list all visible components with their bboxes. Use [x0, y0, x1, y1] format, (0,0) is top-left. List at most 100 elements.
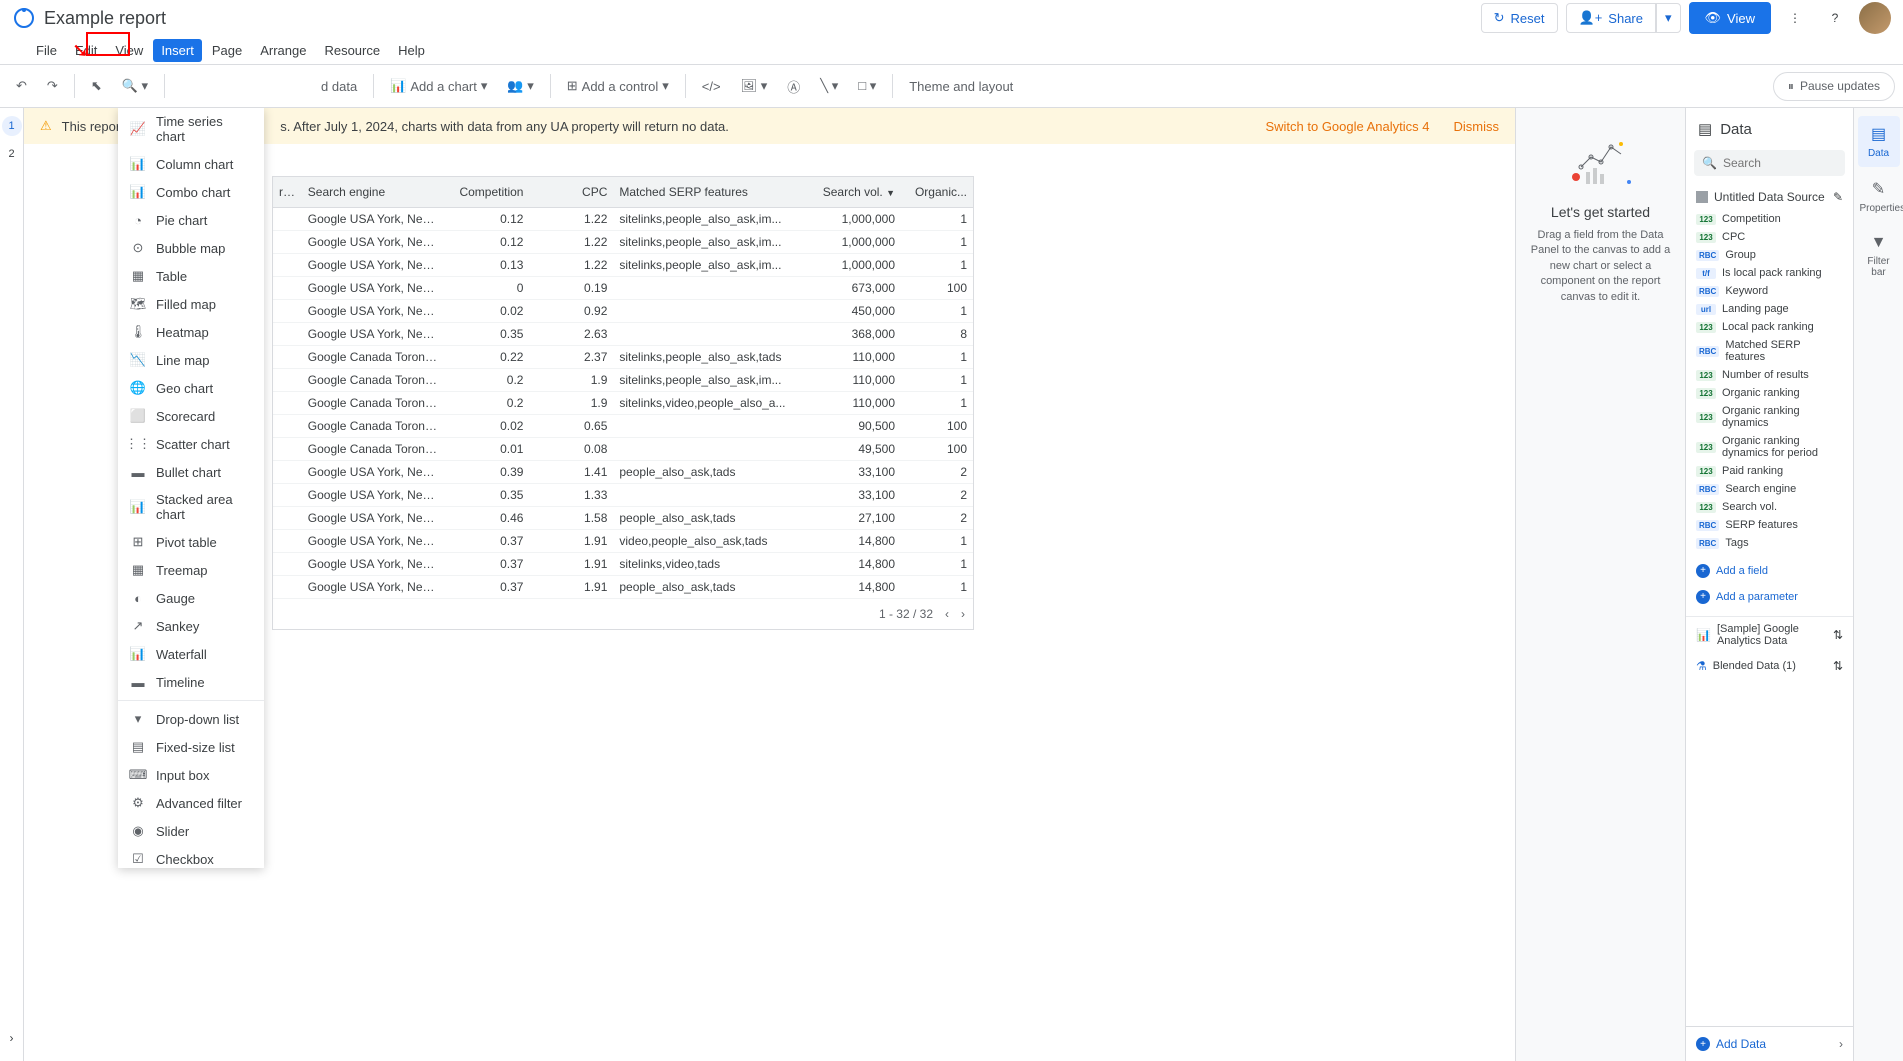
share-dropdown[interactable]: ▾	[1656, 3, 1681, 33]
field-keyword[interactable]: RBCKeyword	[1686, 282, 1853, 300]
menu-resource[interactable]: Resource	[316, 39, 388, 62]
insert-fixed-size-list[interactable]: ▤Fixed-size list	[118, 733, 264, 761]
view-button[interactable]: 👁View	[1689, 2, 1771, 34]
pause-updates-button[interactable]: ⏸ Pause updates	[1773, 72, 1895, 101]
help-button[interactable]: ?	[1819, 2, 1851, 34]
tab-data[interactable]: ▤Data	[1858, 116, 1900, 167]
insert-column-chart[interactable]: 📊Column chart	[118, 150, 264, 178]
data-source-ga[interactable]: 📊 [Sample] Google Analytics Data ⇅	[1686, 616, 1853, 653]
table-row[interactable]: Google USA York, New York, ...0.352.6336…	[273, 323, 973, 346]
field-is-local-pack-ranking[interactable]: t/fIs local pack ranking	[1686, 264, 1853, 282]
table-row[interactable]: Google USA York, New York, ...0.371.91pe…	[273, 576, 973, 599]
insert-treemap[interactable]: ▦Treemap	[118, 556, 264, 584]
table-row[interactable]: Google USA York, New York, ...0.461.58pe…	[273, 507, 973, 530]
insert-sankey[interactable]: ↗Sankey	[118, 612, 264, 640]
field-competition[interactable]: 123Competition	[1686, 210, 1853, 228]
selection-tool[interactable]: ⬉	[83, 72, 110, 100]
add-control-button[interactable]: ⊞ Add a control ▾	[559, 72, 677, 100]
insert-waterfall[interactable]: 📊Waterfall	[118, 640, 264, 668]
add-field-link[interactable]: +Add a field	[1686, 558, 1853, 584]
data-table-component[interactable]: ra...Search engineCompetitionCPCMatched …	[272, 176, 974, 630]
field-organic-ranking-dynamics-for-period[interactable]: 123Organic ranking dynamics for period	[1686, 432, 1853, 462]
menu-file[interactable]: File	[28, 39, 65, 62]
insert-timeline[interactable]: ▬Timeline	[118, 668, 264, 696]
menu-page[interactable]: Page	[204, 39, 250, 62]
insert-slider[interactable]: ◉Slider	[118, 817, 264, 845]
table-row[interactable]: Google USA York, New York, ...0.391.41pe…	[273, 461, 973, 484]
table-row[interactable]: Google USA York, New York, ...0.131.22si…	[273, 254, 973, 277]
field-paid-ranking[interactable]: 123Paid ranking	[1686, 462, 1853, 480]
field-tags[interactable]: RBCTags	[1686, 534, 1853, 552]
redo-button[interactable]: ↷	[39, 72, 66, 100]
field-number-of-results[interactable]: 123Number of results	[1686, 366, 1853, 384]
insert-line-map[interactable]: 📉Line map	[118, 346, 264, 374]
collapse-pages[interactable]: ›	[10, 1031, 14, 1045]
col-header[interactable]: ra...	[273, 177, 302, 208]
field-cpc[interactable]: 123CPC	[1686, 228, 1853, 246]
table-row[interactable]: Google Canada Toronto, Ont...0.21.9sitel…	[273, 392, 973, 415]
insert-advanced-filter[interactable]: ⚙Advanced filter	[118, 789, 264, 817]
menu-insert[interactable]: Insert	[153, 39, 202, 62]
insert-checkbox[interactable]: ☑Checkbox	[118, 845, 264, 868]
shape-button[interactable]: □ ▾	[850, 72, 884, 100]
user-avatar[interactable]	[1859, 2, 1891, 34]
add-parameter-link[interactable]: +Add a parameter	[1686, 584, 1853, 610]
insert-pie-chart[interactable]: ◔Pie chart	[118, 206, 264, 234]
table-row[interactable]: Google USA York, New York, ...0.121.22si…	[273, 208, 973, 231]
insert-stacked-area-chart[interactable]: 📊Stacked area chart	[118, 486, 264, 528]
menu-view[interactable]: View	[107, 39, 151, 62]
add-data-button-footer[interactable]: +Add Data ›	[1686, 1026, 1853, 1061]
insert-scatter-chart[interactable]: ⋮⋮Scatter chart	[118, 430, 264, 458]
insert-geo-chart[interactable]: 🌐Geo chart	[118, 374, 264, 402]
add-chart-button[interactable]: 📊 Add a chart ▾	[382, 72, 495, 100]
table-row[interactable]: Google Canada Toronto, Ont...0.010.0849,…	[273, 438, 973, 461]
edit-source-icon[interactable]: ✎	[1833, 190, 1843, 204]
tab-filter-bar[interactable]: ▼Filter bar	[1858, 226, 1900, 286]
document-title[interactable]: Example report	[44, 8, 166, 29]
field-landing-page[interactable]: urlLanding page	[1686, 300, 1853, 318]
insert-heatmap[interactable]: 🌡Heatmap	[118, 318, 264, 346]
tab-properties[interactable]: ✎Properties	[1858, 171, 1900, 222]
table-row[interactable]: Google USA York, New York, ...0.371.91si…	[273, 553, 973, 576]
col-header[interactable]: Competition	[446, 177, 530, 208]
share-button[interactable]: 👤+Share	[1566, 3, 1656, 33]
insert-combo-chart[interactable]: 📊Combo chart	[118, 178, 264, 206]
embed-button[interactable]: </>	[694, 73, 729, 100]
insert-table[interactable]: ▦Table	[118, 262, 264, 290]
zoom-tool[interactable]: 🔍 ▾	[114, 72, 156, 100]
line-button[interactable]: ╲ ▾	[812, 72, 846, 100]
page-1[interactable]: 1	[2, 116, 22, 136]
field-search-engine[interactable]: RBCSearch engine	[1686, 480, 1853, 498]
data-source-blended[interactable]: ⚗ Blended Data (1) ⇅	[1686, 653, 1853, 679]
insert-drop-down-list[interactable]: ▾Drop-down list	[118, 705, 264, 733]
prev-page[interactable]: ‹	[945, 607, 949, 621]
field-search[interactable]: 🔍	[1694, 150, 1845, 176]
page-2[interactable]: 2	[2, 144, 22, 164]
field-matched-serp-features[interactable]: RBCMatched SERP features	[1686, 336, 1853, 366]
insert-scorecard[interactable]: ⬜Scorecard	[118, 402, 264, 430]
data-source-untitled[interactable]: Untitled Data Source ✎	[1686, 184, 1853, 210]
col-header[interactable]: Organic...	[901, 177, 973, 208]
table-row[interactable]: Google Canada Toronto, Ont...0.222.37sit…	[273, 346, 973, 369]
insert-pivot-table[interactable]: ⊞Pivot table	[118, 528, 264, 556]
undo-button[interactable]: ↶	[8, 72, 35, 100]
insert-bullet-chart[interactable]: ▬Bullet chart	[118, 458, 264, 486]
insert-bubble-map[interactable]: ⊙Bubble map	[118, 234, 264, 262]
col-header[interactable]: CPC	[529, 177, 613, 208]
table-row[interactable]: Google USA York, New York, ...0.121.22si…	[273, 231, 973, 254]
menu-arrange[interactable]: Arrange	[252, 39, 314, 62]
switch-ga4-link[interactable]: Switch to Google Analytics 4	[1265, 119, 1429, 134]
insert-filled-map[interactable]: 🗺Filled map	[118, 290, 264, 318]
more-menu[interactable]: ⋮	[1779, 2, 1811, 34]
dismiss-banner[interactable]: Dismiss	[1454, 119, 1500, 134]
table-row[interactable]: Google USA York, New York, ...00.19673,0…	[273, 277, 973, 300]
col-header[interactable]: Matched SERP features	[613, 177, 805, 208]
insert-input-box[interactable]: ⌨Input box	[118, 761, 264, 789]
col-header[interactable]: Search vol. ▼	[805, 177, 901, 208]
reset-button[interactable]: ↻Reset	[1481, 3, 1558, 33]
theme-layout-button[interactable]: Theme and layout	[901, 73, 1021, 100]
field-organic-ranking-dynamics[interactable]: 123Organic ranking dynamics	[1686, 402, 1853, 432]
community-viz-button[interactable]: 👥 ▾	[499, 72, 541, 100]
insert-time-series-chart[interactable]: 📈Time series chart	[118, 108, 264, 150]
col-header[interactable]: Search engine	[302, 177, 446, 208]
